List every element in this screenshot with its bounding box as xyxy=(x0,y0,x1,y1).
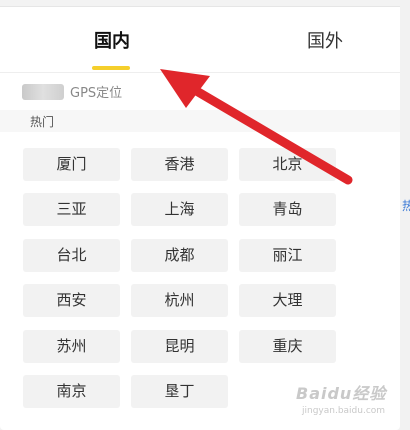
baidu-jingyan-watermark: Baidu经验 jingyan.baidu.com xyxy=(288,380,408,426)
watermark-title: Baidu经验 xyxy=(296,384,387,403)
red-arrow-icon xyxy=(160,69,353,185)
watermark-url: jingyan.baidu.com xyxy=(302,406,386,416)
